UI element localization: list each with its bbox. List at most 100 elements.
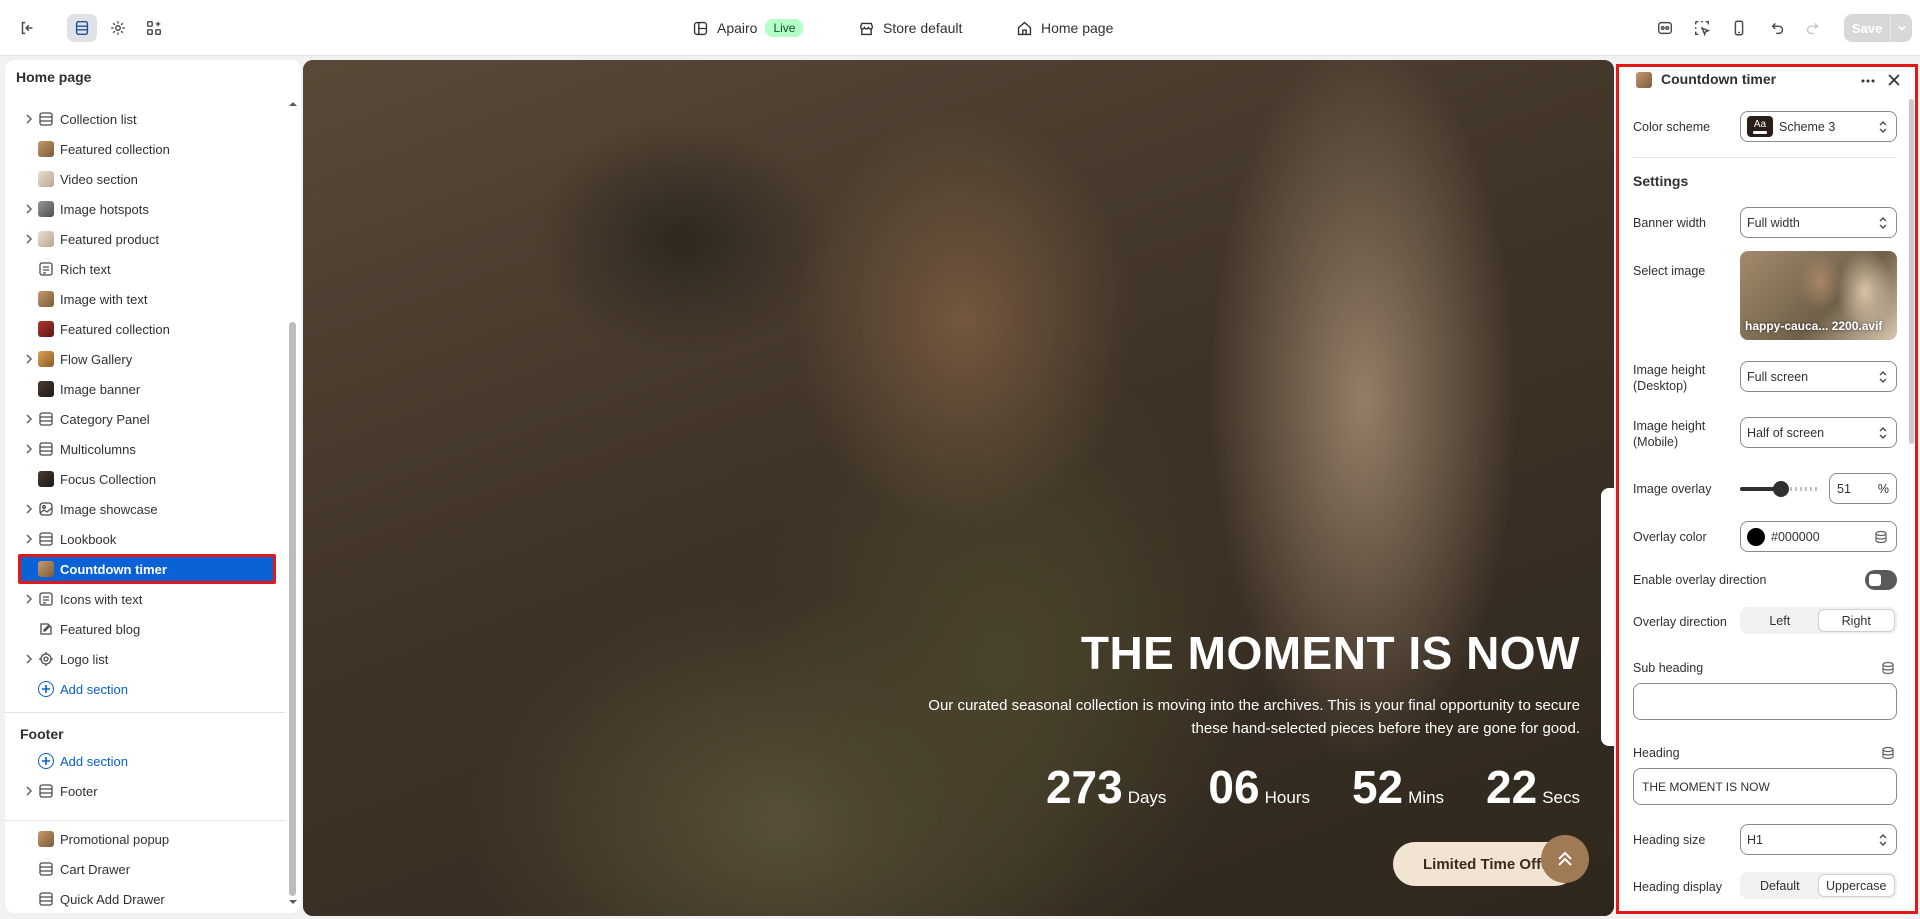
database-icon[interactable] xyxy=(1881,746,1895,760)
chevron-right-icon[interactable] xyxy=(22,442,36,456)
gear-icon[interactable] xyxy=(103,14,133,42)
sidebar-item-category-panel[interactable]: Category Panel xyxy=(5,404,285,434)
hero-text: Our curated seasonal collection is movin… xyxy=(928,697,1580,737)
preview-canvas[interactable]: THE MOMENT IS NOW Our curated seasonal c… xyxy=(303,60,1614,916)
scroll-down-icon[interactable] xyxy=(288,898,298,906)
top-bar: Apairo Live Store default Home page Save xyxy=(0,0,1920,56)
chevron-right-icon[interactable] xyxy=(22,112,36,126)
sidebar-item-image-hotspots[interactable]: Image hotspots xyxy=(5,194,285,224)
sidebar-item-label: Quick Add Drawer xyxy=(60,892,165,907)
sub-heading-label: Sub heading xyxy=(1633,661,1704,675)
save-button[interactable]: Save xyxy=(1844,14,1912,42)
chevron-right-icon[interactable] xyxy=(22,784,36,798)
showcase-icon xyxy=(39,502,53,516)
sidebar-item-label: Featured collection xyxy=(60,322,170,337)
double-chevron-up-icon xyxy=(1558,851,1572,866)
image-filename: happy-cauca... 2200.avif xyxy=(1745,319,1883,333)
sidebar-item-logo-list[interactable]: Logo list xyxy=(5,644,285,674)
sidebar-item-countdown-timer[interactable]: Countdown timer xyxy=(5,554,285,584)
overlay-color-picker[interactable]: #000000 xyxy=(1740,521,1897,552)
store-switcher[interactable]: Store default xyxy=(858,0,962,56)
sidebar-item-promotional-popup[interactable]: Promotional popup xyxy=(5,824,285,854)
redo-icon[interactable] xyxy=(1797,14,1827,42)
banner-width-label: Banner width xyxy=(1633,216,1706,230)
heading-display-uppercase[interactable]: Uppercase xyxy=(1817,874,1895,897)
chevron-right-icon[interactable] xyxy=(22,202,36,216)
image-thumbnail-icon xyxy=(38,171,54,187)
scroll-to-top-button[interactable] xyxy=(1541,835,1589,883)
sidebar-item-lookbook[interactable]: Lookbook xyxy=(5,524,285,554)
mobile-preview-icon[interactable] xyxy=(1724,14,1754,42)
sidebar-item-multicolumns[interactable]: Multicolumns xyxy=(5,434,285,464)
more-icon[interactable] xyxy=(1860,73,1876,89)
scroll-up-icon[interactable] xyxy=(288,100,298,108)
sidebar-item-footer[interactable]: Footer xyxy=(5,776,285,806)
chevron-right-icon[interactable] xyxy=(22,502,36,516)
chevron-right-icon[interactable] xyxy=(22,232,36,246)
chevron-right-icon[interactable] xyxy=(22,352,36,366)
sidebar-item-image-with-text[interactable]: Image with text xyxy=(5,284,285,314)
close-icon[interactable] xyxy=(1886,72,1902,88)
sidebar-item-video-section[interactable]: Video section xyxy=(5,164,285,194)
database-icon[interactable] xyxy=(1881,661,1895,675)
sidebar-item-flow-gallery[interactable]: Flow Gallery xyxy=(5,344,285,374)
chevron-right-icon[interactable] xyxy=(22,532,36,546)
page-switcher[interactable]: Home page xyxy=(1016,0,1113,56)
chevron-right-icon[interactable] xyxy=(22,412,36,426)
banner-width-select[interactable]: Full width xyxy=(1740,207,1897,238)
sidebar-item-quick-add-drawer[interactable]: Quick Add Drawer xyxy=(5,884,285,913)
chevron-right-icon[interactable] xyxy=(22,592,36,606)
slider-knob[interactable] xyxy=(1772,481,1789,497)
overlay-direction-left[interactable]: Left xyxy=(1742,609,1818,632)
sidebar-item-image-banner[interactable]: Image banner xyxy=(5,374,285,404)
image-height-mobile-select[interactable]: Half of screen xyxy=(1740,417,1897,448)
sidebar-item-rich-text[interactable]: Rich text xyxy=(5,254,285,284)
database-icon[interactable] xyxy=(1874,530,1888,544)
image-thumbnail-icon xyxy=(38,471,54,487)
updown-icon xyxy=(1879,371,1887,383)
image-height-desktop-select[interactable]: Full screen xyxy=(1740,361,1897,392)
footer-add-section-button[interactable]: Add section xyxy=(5,746,285,776)
sidebar-item-label: Footer xyxy=(60,784,98,799)
chevron-down-icon[interactable] xyxy=(1891,22,1912,34)
sidebar-item-cart-drawer[interactable]: Cart Drawer xyxy=(5,854,285,884)
sidebar-item-label: Video section xyxy=(60,172,138,187)
heading-display-default[interactable]: Default xyxy=(1742,874,1818,897)
updown-icon xyxy=(1879,217,1887,229)
inspector-icon[interactable] xyxy=(1650,14,1680,42)
updown-icon xyxy=(1879,834,1887,846)
sidebar-item-focus-collection[interactable]: Focus Collection xyxy=(5,464,285,494)
color-scheme-select[interactable]: Aa Scheme 3 xyxy=(1740,111,1897,142)
heading-input[interactable]: THE MOMENT IS NOW xyxy=(1633,768,1897,805)
theme-switcher[interactable]: Apairo Live xyxy=(692,0,804,56)
heading-size-select[interactable]: H1 xyxy=(1740,824,1897,855)
countdown-label: Days xyxy=(1127,788,1167,807)
image-thumbnail-icon xyxy=(38,351,54,367)
sidebar-item-collection-list[interactable]: Collection list xyxy=(5,104,285,134)
sidebar-item-icons-with-text[interactable]: Icons with text xyxy=(5,584,285,614)
countdown-days: 273 Days xyxy=(1046,760,1166,814)
canvas-resize-handle[interactable] xyxy=(1601,488,1614,746)
add-section-button[interactable]: Add section xyxy=(5,674,285,704)
sidebar-item-featured-product[interactable]: Featured product xyxy=(5,224,285,254)
overlay-direction-right[interactable]: Right xyxy=(1817,609,1895,632)
sidebar-item-image-showcase[interactable]: Image showcase xyxy=(5,494,285,524)
sub-heading-input[interactable] xyxy=(1633,683,1897,720)
image-overlay-slider[interactable] xyxy=(1740,481,1820,497)
apps-icon[interactable] xyxy=(139,14,169,42)
section-thumbnail xyxy=(1636,72,1652,88)
sidebar-item-featured-collection[interactable]: Featured collection xyxy=(5,134,285,164)
sections-icon[interactable] xyxy=(67,14,97,42)
exit-icon[interactable] xyxy=(12,14,42,42)
select-element-icon[interactable] xyxy=(1687,14,1717,42)
settings-heading: Settings xyxy=(1633,173,1689,189)
chevron-right-icon[interactable] xyxy=(22,652,36,666)
sidebar-scrollbar[interactable] xyxy=(289,322,296,896)
panel-scrollbar[interactable] xyxy=(1909,99,1914,444)
image-overlay-input[interactable]: 51 % xyxy=(1829,473,1897,504)
enable-overlay-direction-toggle[interactable] xyxy=(1865,570,1897,590)
sidebar-item-featured-collection[interactable]: Featured collection xyxy=(5,314,285,344)
sidebar-item-featured-blog[interactable]: Featured blog xyxy=(5,614,285,644)
undo-icon[interactable] xyxy=(1763,14,1793,42)
image-picker[interactable]: happy-cauca... 2200.avif xyxy=(1740,251,1897,340)
